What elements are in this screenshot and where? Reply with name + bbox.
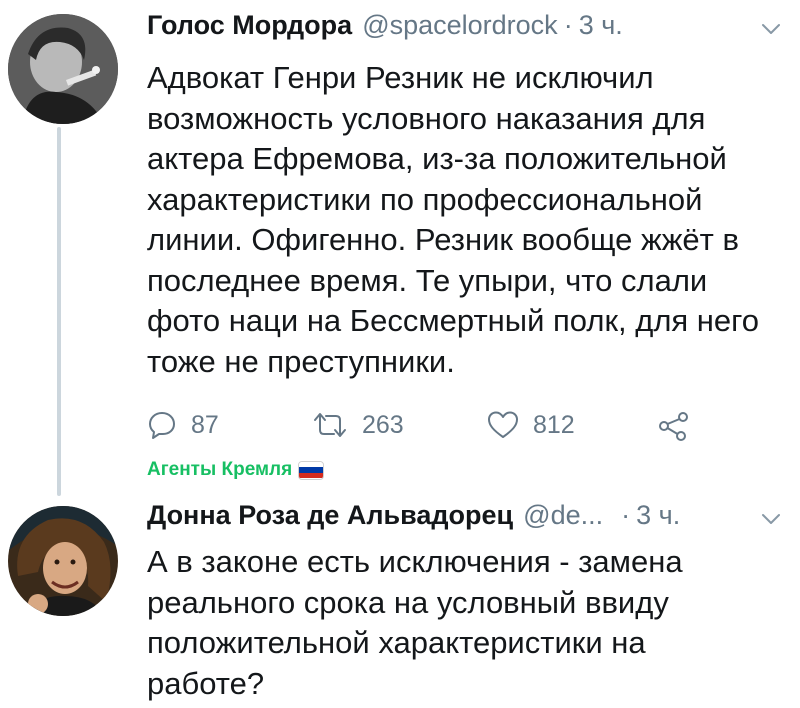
reply-icon <box>149 412 175 439</box>
group-label[interactable]: Агенты Кремля <box>147 459 325 481</box>
like-button[interactable]: 812 <box>487 410 575 440</box>
reply-button[interactable]: 87 <box>147 410 219 440</box>
like-count: 812 <box>533 410 575 439</box>
avatar[interactable] <box>8 506 118 616</box>
heart-icon <box>488 411 518 438</box>
separator-dot: · <box>621 500 631 530</box>
timestamp[interactable]: 3 ч. <box>579 10 623 41</box>
tweet-header: Голос Мордора @spacelordrock · 3 ч. <box>147 10 623 46</box>
tweet-actions: 87 263 812 <box>147 410 707 450</box>
group-label-text: Агенты Кремля <box>147 459 293 480</box>
share-icon <box>659 412 688 441</box>
share-button[interactable] <box>657 410 689 442</box>
author-handle[interactable]: @de... <box>523 500 603 531</box>
retweet-button[interactable]: 263 <box>312 410 404 440</box>
tweet-1: Голос Мордора @spacelordrock · 3 ч. Адво… <box>0 0 800 500</box>
author-handle[interactable]: @spacelordrock <box>362 10 558 41</box>
tweet-header: Донна Роза де Альвадорец @de... · 3 ч. <box>147 500 680 536</box>
timestamp[interactable]: 3 ч. <box>636 500 680 531</box>
author-name[interactable]: Голос Мордора <box>147 10 352 41</box>
retweet-count: 263 <box>362 410 404 439</box>
chevron-down-icon[interactable] <box>760 508 782 530</box>
avatar[interactable] <box>8 14 118 124</box>
tweet-text: Адвокат Генри Резник не исключил возможн… <box>147 60 760 379</box>
russian-flag-icon <box>298 460 325 480</box>
tweet-text: А в законе есть исключения - замена реал… <box>147 544 683 701</box>
chevron-down-icon[interactable] <box>760 18 782 40</box>
separator-dot: · <box>563 10 573 40</box>
thread-line <box>57 127 61 496</box>
reply-count: 87 <box>191 410 219 439</box>
author-name[interactable]: Донна Роза де Альвадорец <box>147 500 513 531</box>
tweet-2: Донна Роза де Альвадорец @de... · 3 ч. А… <box>0 490 800 708</box>
retweet-icon <box>314 413 346 437</box>
